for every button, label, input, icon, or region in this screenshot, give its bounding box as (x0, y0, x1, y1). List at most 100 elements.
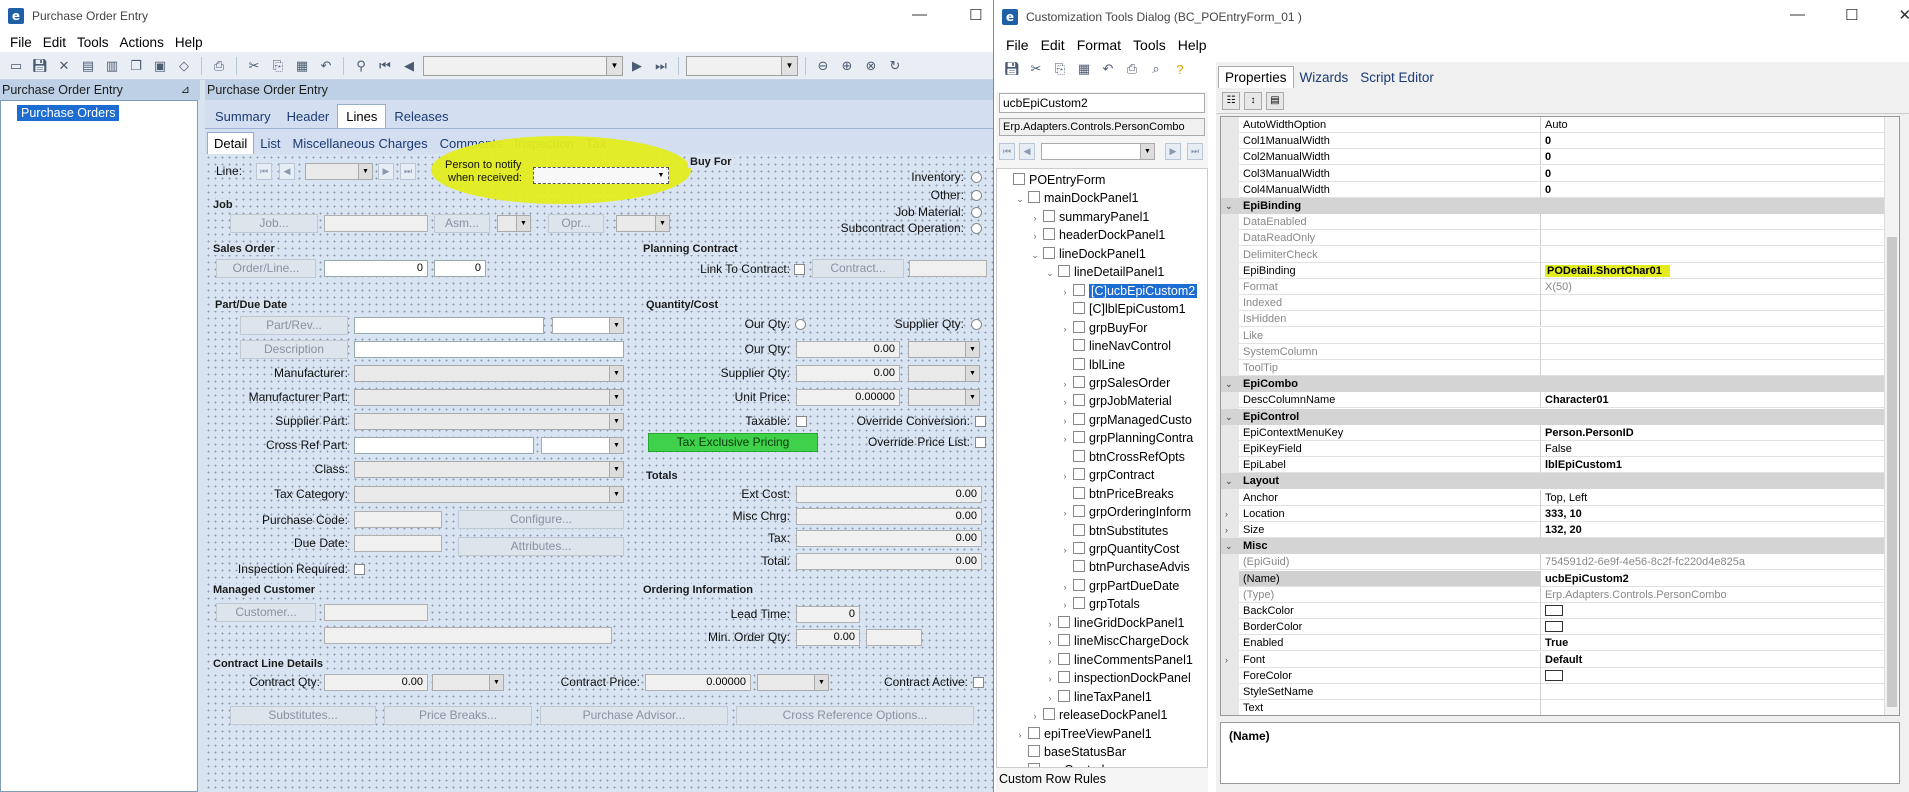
expand-chevron-icon[interactable]: › (1225, 522, 1237, 538)
property-row[interactable]: IsHidden (1221, 311, 1885, 328)
control-name-box[interactable]: ucbEpiCustom2 (999, 93, 1205, 113)
customer-name-field[interactable] (324, 627, 612, 644)
book-icon[interactable]: ▤ (78, 56, 98, 76)
property-value[interactable]: Erp.Adapters.Controls.PersonCombo (1541, 587, 1885, 603)
property-category[interactable]: ⌄ Misc (1221, 538, 1885, 555)
job-material-radio[interactable] (971, 207, 982, 218)
property-row[interactable]: Col1ManualWidth 0 (1221, 133, 1885, 150)
property-value[interactable] (1541, 214, 1885, 231)
delete-icon[interactable]: ✕ (54, 56, 74, 76)
property-value[interactable]: False (1541, 441, 1885, 457)
ext-cost-field[interactable]: 0.00 (796, 486, 982, 503)
tree-node[interactable]: › lineTaxPanel1 (1044, 688, 1152, 706)
copy-doc-icon[interactable]: ❐ (126, 56, 146, 76)
secondary-combo[interactable]: ▼ (686, 55, 798, 76)
manufacturer-combo[interactable]: ▼ (354, 365, 624, 382)
property-row[interactable]: DataEnabled (1221, 214, 1885, 231)
expand-chevron-icon[interactable]: ⌄ (1225, 376, 1237, 392)
tree-node[interactable]: ⌄ lineDetailPanel1 (1044, 263, 1164, 281)
print-icon[interactable]: ⎙ (209, 56, 229, 76)
tree-node[interactable]: › grpManagedCusto (1059, 411, 1192, 429)
expand-chevron-icon[interactable]: › (1225, 506, 1237, 522)
tax-exclusive-pricing-button[interactable]: Tax Exclusive Pricing (648, 433, 818, 452)
contract-button[interactable]: Contract... (812, 259, 904, 278)
opr-button[interactable]: Opr... (548, 214, 604, 233)
property-row[interactable]: Format X(50) (1221, 279, 1885, 295)
tree-node[interactable]: › grpJobMaterial (1059, 392, 1172, 410)
property-pages-icon[interactable]: ▤ (1266, 91, 1284, 110)
contract-field[interactable] (909, 260, 987, 277)
property-value[interactable] (1541, 603, 1885, 619)
save-icon[interactable]: 💾︎ (30, 56, 50, 76)
min-order-uom-field[interactable] (866, 629, 922, 646)
property-row[interactable]: SystemColumn (1221, 343, 1885, 360)
contract-price-uom-combo[interactable]: ▼ (757, 674, 829, 691)
tree-node[interactable]: btnPurchaseAdvis (1059, 558, 1190, 576)
property-row[interactable]: › Location 333, 10 (1221, 505, 1885, 522)
property-row[interactable]: Col4ManualWidth 0 (1221, 181, 1885, 198)
property-value[interactable] (1541, 295, 1885, 312)
property-value[interactable] (1541, 247, 1885, 263)
first-line-icon[interactable]: ⏮ (256, 163, 272, 180)
part-field[interactable] (354, 317, 544, 334)
tree-node[interactable]: lblLine (1059, 356, 1125, 374)
cross-ref-part-field[interactable] (354, 437, 534, 454)
expand-chevron-icon[interactable]: › (1059, 430, 1071, 448)
custom-menu-edit[interactable]: Edit (1041, 37, 1065, 53)
new-icon[interactable]: ▭ (6, 56, 26, 76)
property-value[interactable]: 132, 20 (1541, 522, 1885, 538)
substitutes-button[interactable]: Substitutes... (230, 706, 376, 725)
property-category[interactable]: ⌄ Layout (1221, 473, 1885, 490)
property-row[interactable]: EpiKeyField False (1221, 441, 1885, 457)
price-breaks-button[interactable]: Price Breaks... (384, 706, 532, 725)
tree-node[interactable]: › [C]ucbEpiCustom2 (1059, 282, 1198, 301)
line-combo[interactable]: ▼ (305, 163, 373, 180)
property-value[interactable]: 0 (1541, 166, 1885, 182)
stop-icon[interactable]: ⊗ (861, 56, 881, 76)
property-row[interactable]: Col2ManualWidth 0 (1221, 149, 1885, 166)
property-value[interactable]: Top, Left (1541, 490, 1885, 506)
tree-node[interactable]: navControl (1014, 761, 1104, 767)
property-value[interactable] (1541, 230, 1885, 247)
custom-paste-icon[interactable]: ▦ (1074, 59, 1094, 79)
prev-line-icon[interactable]: ◀ (279, 163, 295, 180)
expand-chevron-icon[interactable]: › (1059, 283, 1071, 301)
undo-icon[interactable]: ↶ (316, 56, 336, 76)
property-category[interactable]: ⌄ EpiCombo (1221, 376, 1885, 393)
menu-tools[interactable]: Tools (77, 35, 109, 50)
custom-minimize-icon[interactable]: — (1790, 6, 1805, 24)
forward-icon[interactable]: ⊕ (837, 56, 857, 76)
custom-menu-help[interactable]: Help (1178, 37, 1207, 53)
property-row[interactable]: Like (1221, 327, 1885, 344)
contract-price-field[interactable]: 0.00000 (645, 674, 751, 691)
property-row[interactable]: EpiLabel lblEpiCustom1 (1221, 457, 1885, 474)
inventory-radio[interactable] (971, 172, 982, 183)
expand-chevron-icon[interactable]: › (1059, 412, 1071, 430)
purchase-code-field[interactable] (354, 511, 442, 528)
property-value[interactable] (1541, 311, 1885, 328)
expand-chevron-icon[interactable]: ⌄ (1014, 190, 1026, 208)
prev-record-icon[interactable]: ◀ (399, 56, 419, 76)
override-price-list-checkbox[interactable] (975, 437, 986, 448)
order-number-field[interactable]: 0 (324, 260, 428, 277)
purchase-advisor-button[interactable]: Purchase Advisor... (540, 706, 728, 725)
property-row[interactable]: EpiBinding PODetail.ShortChar01 (1221, 262, 1885, 279)
property-value[interactable]: X(50) (1541, 279, 1885, 295)
property-row[interactable]: BorderColor (1221, 619, 1885, 636)
price-uom-combo[interactable]: ▼ (908, 389, 980, 406)
property-row[interactable]: (Name) ucbEpiCustom2 (1221, 570, 1885, 587)
menu-file[interactable]: File (10, 35, 32, 50)
expand-chevron-icon[interactable]: ⌄ (1225, 538, 1237, 554)
binoculars-icon[interactable]: ⚲ (351, 56, 371, 76)
tree-node[interactable]: › inspectionDockPanel (1044, 669, 1191, 687)
tree-node[interactable]: ⌄ mainDockPanel1 (1014, 189, 1139, 207)
customer-field[interactable] (324, 604, 428, 621)
custom-help-icon[interactable]: ? (1170, 59, 1190, 79)
tree-node[interactable]: › grpPartDueDate (1059, 577, 1179, 595)
property-row[interactable]: Enabled True (1221, 635, 1885, 652)
back-icon[interactable]: ⊖ (813, 56, 833, 76)
expand-chevron-icon[interactable]: › (1029, 707, 1041, 725)
contract-active-checkbox[interactable] (973, 677, 984, 688)
description-field[interactable] (354, 341, 624, 358)
expand-chevron-icon[interactable]: ⌄ (1029, 246, 1041, 264)
